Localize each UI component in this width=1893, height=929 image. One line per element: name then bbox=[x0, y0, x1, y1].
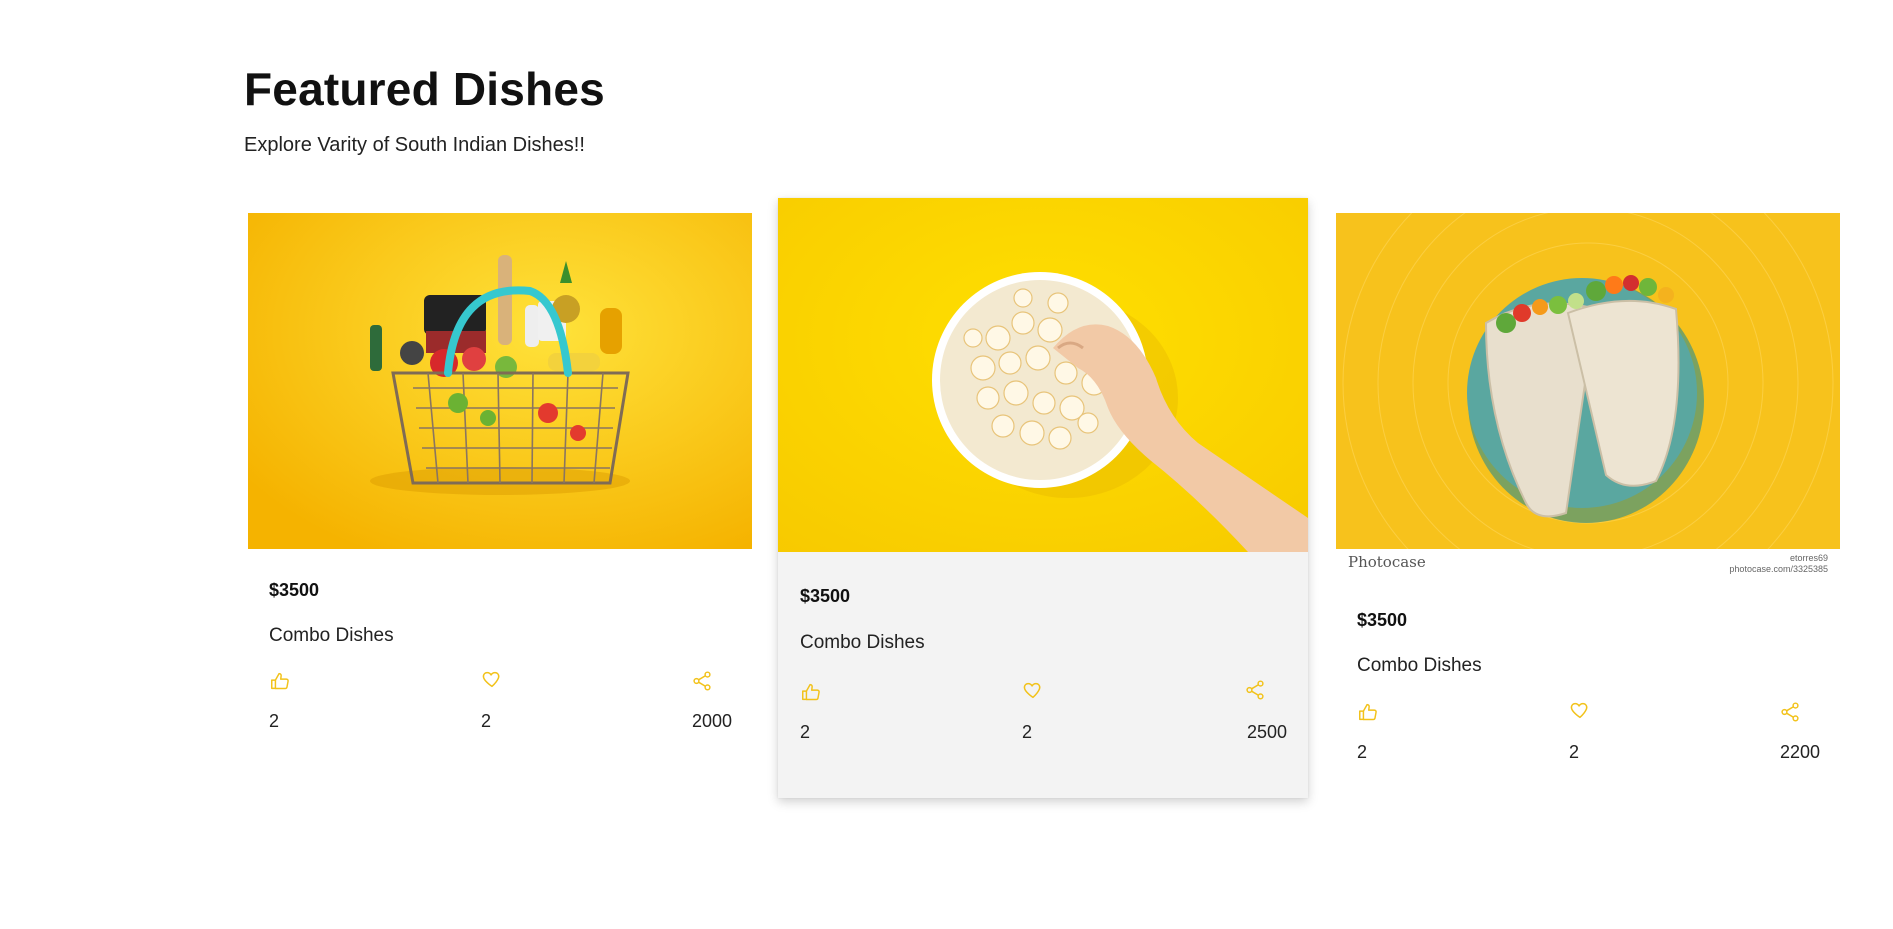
section-subtitle: Explore Varity of South Indian Dishes!! bbox=[244, 134, 585, 156]
wrap-plate-image[interactable]: Photocase etorres69 photocase.com/332538… bbox=[1336, 213, 1840, 575]
thumbs-up-icon[interactable] bbox=[800, 681, 822, 703]
popcorn-bowl-image[interactable] bbox=[778, 198, 1308, 552]
dish-name: Combo Dishes bbox=[800, 632, 925, 653]
dish-price: $3500 bbox=[800, 586, 851, 606]
dish-price: $3500 bbox=[1357, 610, 1408, 630]
heart-icon[interactable] bbox=[481, 668, 503, 690]
shares-count: 2000 bbox=[691, 711, 732, 731]
dish-name: Combo Dishes bbox=[1357, 655, 1482, 676]
watermark-left: Photocase bbox=[1348, 553, 1426, 571]
favorites-count: 2 bbox=[1022, 722, 1033, 742]
thumbs-up-icon[interactable] bbox=[1357, 701, 1379, 723]
dish-price: $3500 bbox=[269, 580, 320, 600]
share-icon[interactable] bbox=[691, 670, 713, 692]
featured-section: Featured Dishes Explore Varity of South … bbox=[244, 62, 1844, 156]
heart-icon[interactable] bbox=[1022, 679, 1044, 701]
likes-count: 2 bbox=[1357, 742, 1368, 762]
likes-count: 2 bbox=[269, 711, 280, 731]
dish-name: Combo Dishes bbox=[269, 625, 394, 646]
share-icon[interactable] bbox=[1779, 701, 1801, 723]
section-title: Featured Dishes bbox=[244, 63, 605, 115]
favorites-count: 2 bbox=[1569, 742, 1580, 762]
watermark-url: photocase.com/3325385 bbox=[1729, 564, 1828, 574]
dish-card[interactable]: Photocase etorres69 photocase.com/332538… bbox=[1336, 213, 1840, 803]
heart-icon[interactable] bbox=[1569, 699, 1591, 721]
favorites-count: 2 bbox=[481, 711, 492, 731]
shares-count: 2200 bbox=[1779, 742, 1820, 762]
grocery-basket-image[interactable] bbox=[248, 213, 752, 549]
shares-count: 2500 bbox=[1246, 722, 1287, 742]
watermark-right: etorres69 photocase.com/3325385 bbox=[1729, 553, 1828, 575]
thumbs-up-icon[interactable] bbox=[269, 670, 291, 692]
dish-card[interactable]: $3500 Combo Dishes 2 2 2000 bbox=[248, 213, 752, 775]
share-icon[interactable] bbox=[1244, 679, 1266, 701]
dish-card[interactable]: $3500 Combo Dishes 2 2 2500 bbox=[778, 198, 1308, 798]
watermark-user: etorres69 bbox=[1789, 553, 1828, 563]
likes-count: 2 bbox=[800, 722, 811, 742]
